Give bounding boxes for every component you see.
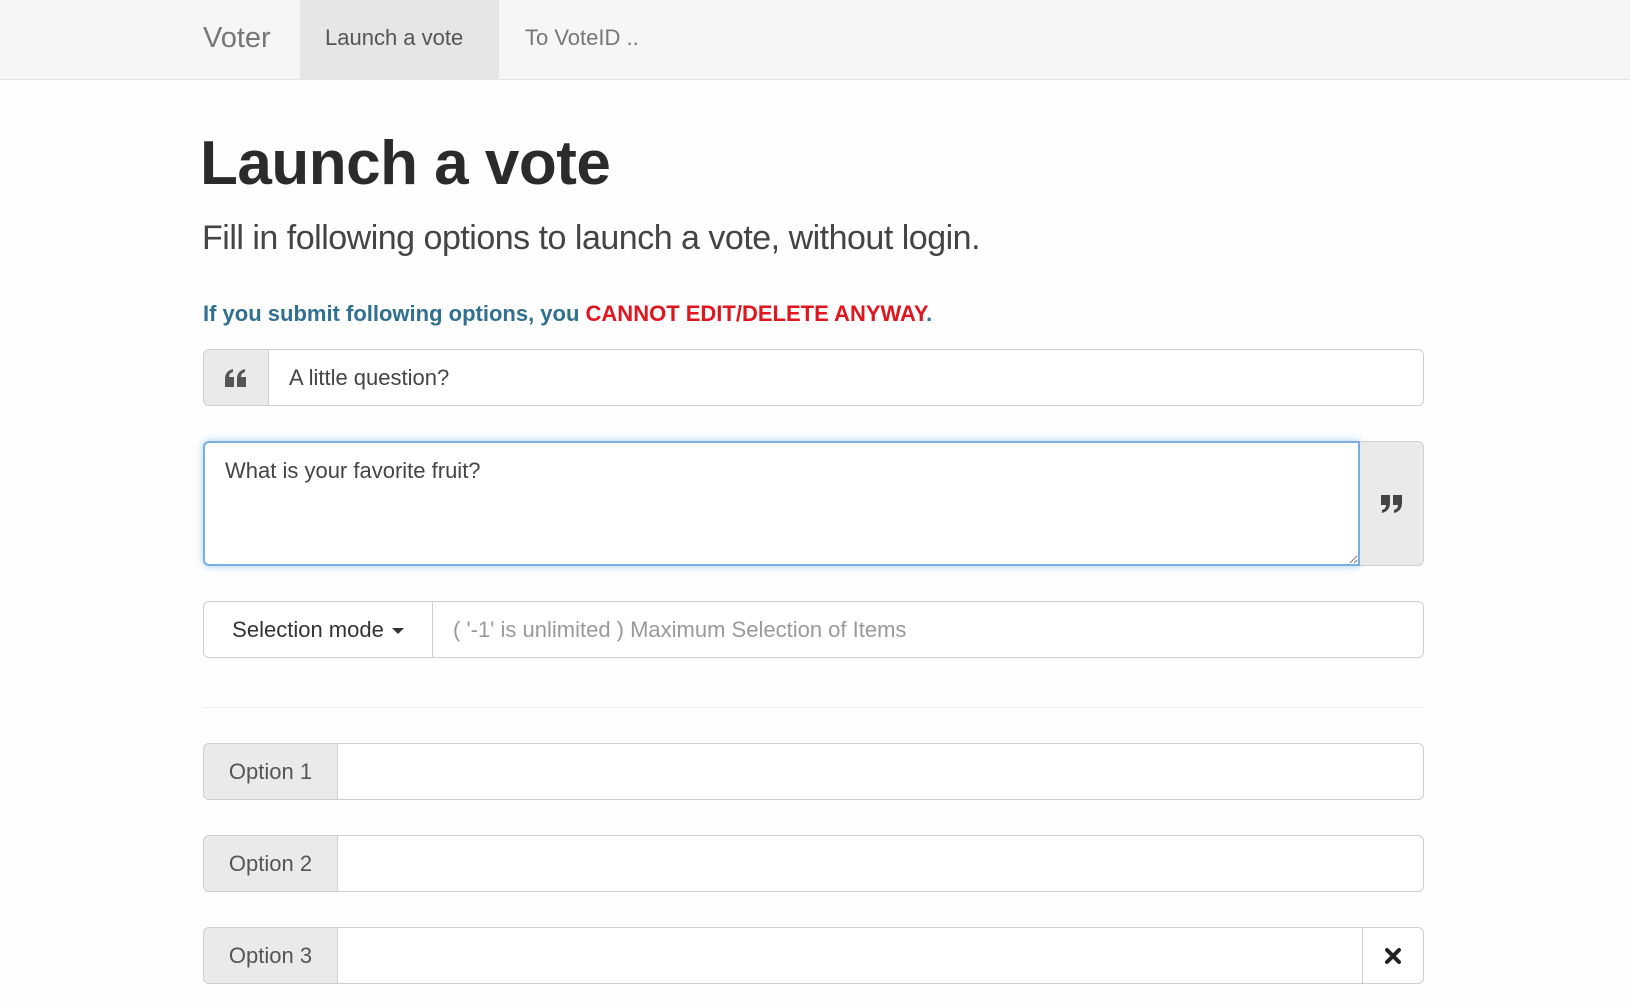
warning-suffix: . [926, 301, 933, 326]
max-selection-input[interactable] [433, 601, 1424, 658]
option-input[interactable] [338, 927, 1363, 984]
question-description-textarea[interactable]: What is your favorite fruit? [203, 441, 1360, 566]
remove-option-button[interactable] [1363, 927, 1424, 984]
page-title: Launch a vote [200, 129, 611, 198]
nav-launch-vote[interactable]: Launch a vote [300, 0, 499, 79]
question-input-group [203, 349, 1424, 406]
close-icon [1385, 947, 1401, 964]
warning-danger-text: CANNOT EDIT/DELETE ANYWAY [585, 301, 927, 326]
description-input-group: What is your favorite fruit? [203, 441, 1424, 566]
divider [203, 707, 1424, 708]
option-label: Option 2 [203, 835, 338, 892]
option-input[interactable] [338, 743, 1424, 800]
option-input[interactable] [338, 835, 1424, 892]
quote-left-icon [225, 368, 246, 387]
question-title-input[interactable] [269, 349, 1424, 406]
caret-down-icon [391, 628, 404, 634]
option-label: Option 3 [203, 927, 338, 984]
option-row: Option 2 [203, 835, 1424, 892]
nav-to-voteid[interactable]: To VoteID .. [500, 0, 664, 79]
navbar: Voter Launch a vote To VoteID .. [0, 0, 1630, 80]
option-row: Option 3 [203, 927, 1424, 984]
quote-right-icon [1380, 494, 1402, 513]
selection-mode-dropdown[interactable]: Selection mode [203, 601, 433, 658]
selection-input-group: Selection mode [203, 601, 1424, 658]
option-label: Option 1 [203, 743, 338, 800]
description-addon [1360, 441, 1424, 566]
brand-link[interactable]: Voter [203, 0, 271, 80]
warning-message: If you submit following options, you CAN… [203, 301, 932, 327]
warning-prefix: If you submit following options, you [203, 301, 586, 326]
question-addon [203, 349, 269, 406]
selection-mode-label: Selection mode [232, 616, 384, 642]
option-row: Option 1 [203, 743, 1424, 800]
page-subtitle: Fill in following options to launch a vo… [202, 219, 981, 257]
